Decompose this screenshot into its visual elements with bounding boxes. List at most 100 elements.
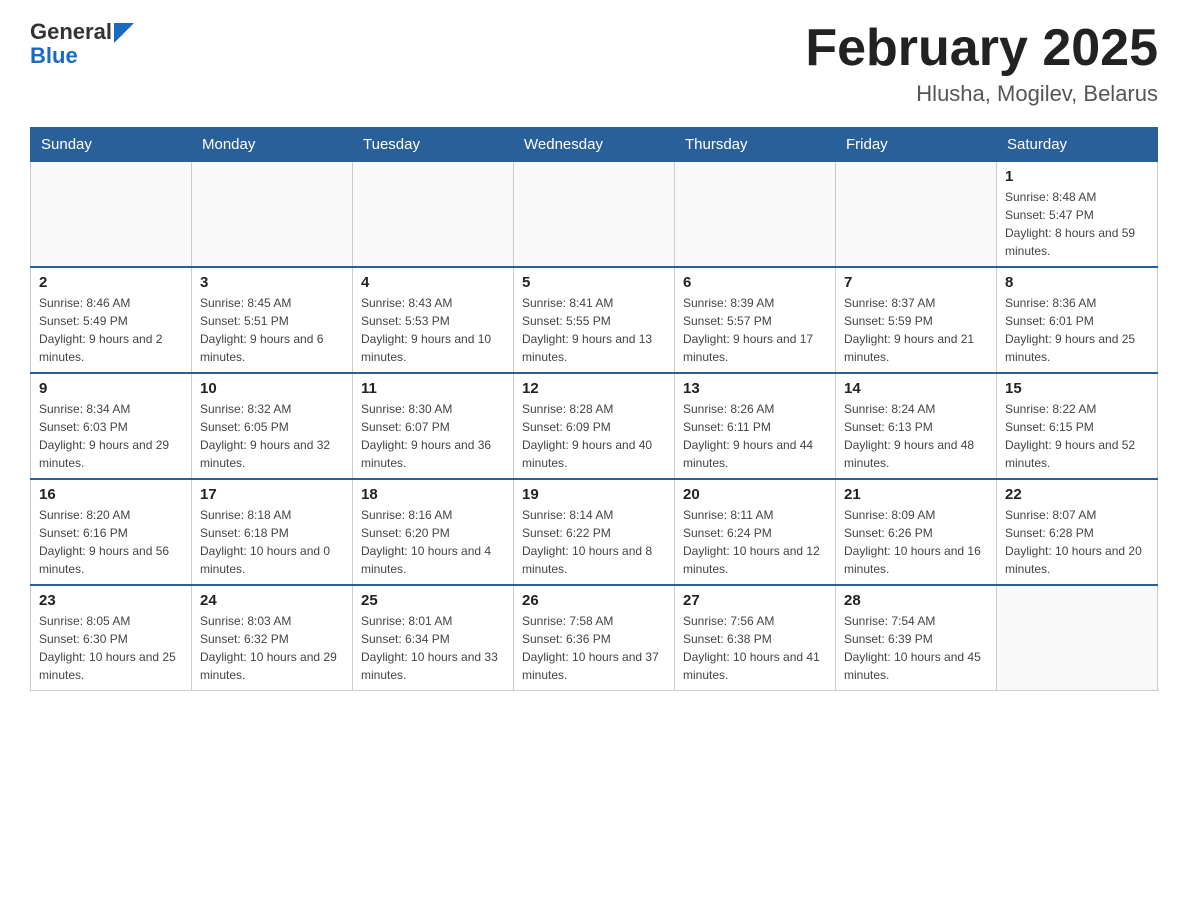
day-info: Sunrise: 8:18 AMSunset: 6:18 PMDaylight:… (200, 506, 344, 578)
day-info: Sunrise: 8:37 AMSunset: 5:59 PMDaylight:… (844, 294, 988, 366)
day-info: Sunrise: 8:16 AMSunset: 6:20 PMDaylight:… (361, 506, 505, 578)
calendar-cell: 6 Sunrise: 8:39 AMSunset: 5:57 PMDaylight… (675, 267, 836, 373)
calendar-week-row: 16 Sunrise: 8:20 AMSunset: 6:16 PMDayligh… (31, 479, 1158, 585)
day-info: Sunrise: 8:26 AMSunset: 6:11 PMDaylight:… (683, 400, 827, 472)
day-info: Sunrise: 7:56 AMSunset: 6:38 PMDaylight:… (683, 612, 827, 684)
calendar-cell: 15Sunrise: 8:22 AMSunset: 6:15 PMDayligh… (997, 373, 1158, 479)
calendar-cell: 24Sunrise: 8:03 AMSunset: 6:32 PMDayligh… (192, 585, 353, 691)
calendar-cell: 21 Sunrise: 8:09 AMSunset: 6:26 PMDayligh… (836, 479, 997, 585)
day-number: 3 (200, 274, 344, 291)
page-header: General Blue February 2025 Hlusha, Mogil… (30, 20, 1158, 107)
day-number: 25 (361, 592, 505, 609)
day-number: 19 (522, 486, 666, 503)
calendar-cell (675, 162, 836, 268)
weekday-header-friday: Friday (836, 128, 997, 162)
day-number: 22 (1005, 486, 1149, 503)
calendar-cell: 10 Sunrise: 8:32 AMSunset: 6:05 PMDayligh… (192, 373, 353, 479)
day-number: 5 (522, 274, 666, 291)
logo-triangle-icon (114, 23, 134, 43)
day-number: 26 (522, 592, 666, 609)
day-info: Sunrise: 8:48 AMSunset: 5:47 PMDaylight:… (1005, 188, 1149, 260)
day-info: Sunrise: 8:22 AMSunset: 6:15 PMDaylight:… (1005, 400, 1149, 472)
calendar-cell: 27 Sunrise: 7:56 AMSunset: 6:38 PMDayligh… (675, 585, 836, 691)
day-number: 7 (844, 274, 988, 291)
weekday-header-tuesday: Tuesday (353, 128, 514, 162)
calendar-cell: 28 Sunrise: 7:54 AMSunset: 6:39 PMDayligh… (836, 585, 997, 691)
calendar-cell: 7 Sunrise: 8:37 AMSunset: 5:59 PMDaylight… (836, 267, 997, 373)
calendar-week-row: 23 Sunrise: 8:05 AMSunset: 6:30 PMDayligh… (31, 585, 1158, 691)
calendar-cell: 16 Sunrise: 8:20 AMSunset: 6:16 PMDayligh… (31, 479, 192, 585)
day-info: Sunrise: 8:45 AMSunset: 5:51 PMDaylight:… (200, 294, 344, 366)
calendar-cell (836, 162, 997, 268)
day-number: 2 (39, 274, 183, 291)
weekday-header-thursday: Thursday (675, 128, 836, 162)
calendar-cell: 20Sunrise: 8:11 AMSunset: 6:24 PMDayligh… (675, 479, 836, 585)
day-info: Sunrise: 8:39 AMSunset: 5:57 PMDaylight:… (683, 294, 827, 366)
day-number: 9 (39, 380, 183, 397)
day-number: 28 (844, 592, 988, 609)
day-info: Sunrise: 7:54 AMSunset: 6:39 PMDaylight:… (844, 612, 988, 684)
day-number: 8 (1005, 274, 1149, 291)
calendar-cell: 11Sunrise: 8:30 AMSunset: 6:07 PMDayligh… (353, 373, 514, 479)
calendar-cell (997, 585, 1158, 691)
logo-blue-text: Blue (30, 44, 78, 68)
calendar-cell: 1 Sunrise: 8:48 AMSunset: 5:47 PMDaylight… (997, 162, 1158, 268)
day-info: Sunrise: 8:34 AMSunset: 6:03 PMDaylight:… (39, 400, 183, 472)
calendar-cell (31, 162, 192, 268)
day-number: 11 (361, 380, 505, 397)
calendar-cell: 4 Sunrise: 8:43 AMSunset: 5:53 PMDaylight… (353, 267, 514, 373)
weekday-header-sunday: Sunday (31, 128, 192, 162)
day-number: 6 (683, 274, 827, 291)
calendar-cell: 12Sunrise: 8:28 AMSunset: 6:09 PMDayligh… (514, 373, 675, 479)
day-number: 13 (683, 380, 827, 397)
day-number: 1 (1005, 168, 1149, 185)
day-info: Sunrise: 8:03 AMSunset: 6:32 PMDaylight:… (200, 612, 344, 684)
calendar-cell: 14 Sunrise: 8:24 AMSunset: 6:13 PMDayligh… (836, 373, 997, 479)
calendar-cell: 3 Sunrise: 8:45 AMSunset: 5:51 PMDaylight… (192, 267, 353, 373)
month-title: February 2025 (805, 20, 1158, 77)
day-number: 4 (361, 274, 505, 291)
day-info: Sunrise: 8:20 AMSunset: 6:16 PMDaylight:… (39, 506, 183, 578)
day-number: 27 (683, 592, 827, 609)
day-info: Sunrise: 8:32 AMSunset: 6:05 PMDaylight:… (200, 400, 344, 472)
calendar-cell: 2 Sunrise: 8:46 AMSunset: 5:49 PMDaylight… (31, 267, 192, 373)
day-number: 21 (844, 486, 988, 503)
day-number: 17 (200, 486, 344, 503)
calendar-table: SundayMondayTuesdayWednesdayThursdayFrid… (30, 127, 1158, 691)
location-title: Hlusha, Mogilev, Belarus (805, 81, 1158, 107)
day-info: Sunrise: 8:43 AMSunset: 5:53 PMDaylight:… (361, 294, 505, 366)
day-number: 18 (361, 486, 505, 503)
day-info: Sunrise: 8:01 AMSunset: 6:34 PMDaylight:… (361, 612, 505, 684)
calendar-week-row: 9 Sunrise: 8:34 AMSunset: 6:03 PMDaylight… (31, 373, 1158, 479)
calendar-cell (353, 162, 514, 268)
calendar-week-row: 1 Sunrise: 8:48 AMSunset: 5:47 PMDaylight… (31, 162, 1158, 268)
day-info: Sunrise: 8:41 AMSunset: 5:55 PMDaylight:… (522, 294, 666, 366)
day-info: Sunrise: 8:46 AMSunset: 5:49 PMDaylight:… (39, 294, 183, 366)
calendar-week-row: 2 Sunrise: 8:46 AMSunset: 5:49 PMDaylight… (31, 267, 1158, 373)
calendar-cell: 17 Sunrise: 8:18 AMSunset: 6:18 PMDayligh… (192, 479, 353, 585)
calendar-cell: 26Sunrise: 7:58 AMSunset: 6:36 PMDayligh… (514, 585, 675, 691)
weekday-header-row: SundayMondayTuesdayWednesdayThursdayFrid… (31, 128, 1158, 162)
calendar-cell: 22 Sunrise: 8:07 AMSunset: 6:28 PMDayligh… (997, 479, 1158, 585)
day-info: Sunrise: 8:09 AMSunset: 6:26 PMDaylight:… (844, 506, 988, 578)
calendar-cell: 13 Sunrise: 8:26 AMSunset: 6:11 PMDayligh… (675, 373, 836, 479)
calendar-cell (192, 162, 353, 268)
calendar-cell: 23 Sunrise: 8:05 AMSunset: 6:30 PMDayligh… (31, 585, 192, 691)
day-number: 23 (39, 592, 183, 609)
day-info: Sunrise: 8:14 AMSunset: 6:22 PMDaylight:… (522, 506, 666, 578)
day-info: Sunrise: 8:11 AMSunset: 6:24 PMDaylight:… (683, 506, 827, 578)
calendar-cell: 5 Sunrise: 8:41 AMSunset: 5:55 PMDaylight… (514, 267, 675, 373)
calendar-cell: 8Sunrise: 8:36 AMSunset: 6:01 PMDaylight… (997, 267, 1158, 373)
logo: General Blue (30, 20, 134, 68)
day-number: 10 (200, 380, 344, 397)
day-number: 12 (522, 380, 666, 397)
day-number: 16 (39, 486, 183, 503)
weekday-header-wednesday: Wednesday (514, 128, 675, 162)
day-info: Sunrise: 8:24 AMSunset: 6:13 PMDaylight:… (844, 400, 988, 472)
logo-general-text: General (30, 20, 112, 44)
day-number: 14 (844, 380, 988, 397)
weekday-header-saturday: Saturday (997, 128, 1158, 162)
weekday-header-monday: Monday (192, 128, 353, 162)
day-info: Sunrise: 8:05 AMSunset: 6:30 PMDaylight:… (39, 612, 183, 684)
day-info: Sunrise: 8:07 AMSunset: 6:28 PMDaylight:… (1005, 506, 1149, 578)
